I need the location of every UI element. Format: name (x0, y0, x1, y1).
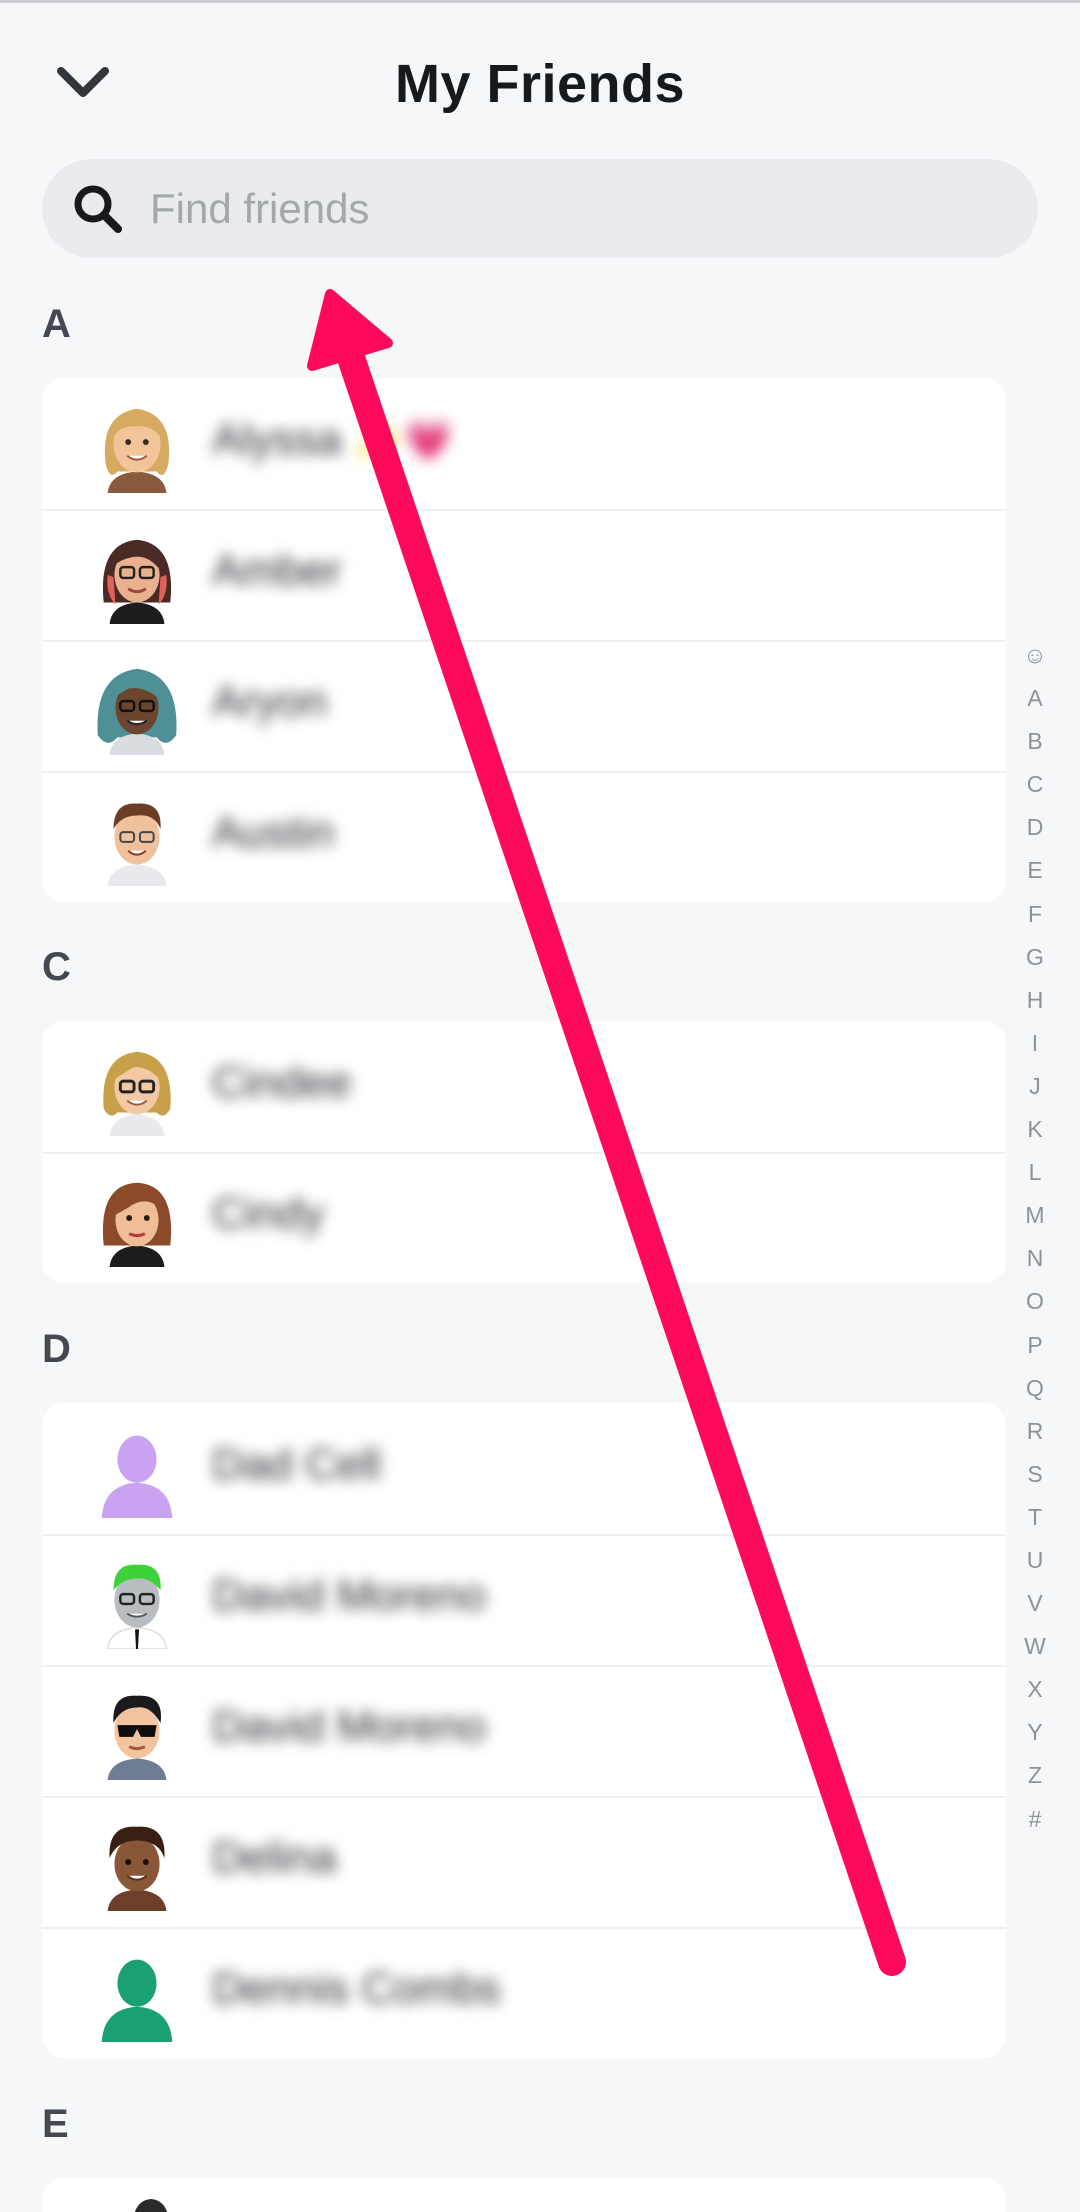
search-icon (74, 185, 122, 233)
avatar (101, 1435, 173, 1518)
index-letter[interactable]: Z (1010, 1754, 1060, 1797)
index-letter[interactable]: P (1010, 1324, 1060, 1367)
index-letter[interactable]: W (1010, 1625, 1060, 1668)
friend-row[interactable]: Dennis Combs (42, 1927, 1006, 2058)
search-bar[interactable] (42, 159, 1038, 258)
friend-name: David Moreno (212, 1702, 486, 1751)
index-letter[interactable]: C (1010, 763, 1060, 806)
section-header-d: D (42, 1327, 71, 1371)
index-smiley-icon[interactable]: ☺ (1010, 634, 1060, 677)
friend-name: Dad Cell (212, 1440, 381, 1489)
avatar (102, 1182, 172, 1267)
avatar (134, 2199, 168, 2212)
index-letter[interactable]: B (1010, 720, 1060, 763)
section-header-c: C (42, 945, 71, 989)
index-letter[interactable]: # (1010, 1798, 1060, 1841)
friend-name: David Moreno (212, 1571, 486, 1620)
friend-row[interactable]: Delina (42, 1796, 1006, 1927)
index-letter[interactable]: M (1010, 1194, 1060, 1237)
index-letter[interactable]: G (1010, 936, 1060, 979)
index-letter[interactable]: D (1010, 806, 1060, 849)
index-letter[interactable]: R (1010, 1410, 1060, 1453)
avatar (107, 1826, 167, 1911)
avatar (107, 1695, 167, 1780)
index-letter[interactable]: T (1010, 1496, 1060, 1539)
index-letter[interactable]: E (1010, 849, 1060, 892)
avatar (103, 1051, 171, 1136)
friend-row[interactable]: Dad Cell (42, 1403, 1006, 1534)
index-letter[interactable]: Y (1010, 1711, 1060, 1754)
friend-row[interactable]: Austin (42, 771, 1006, 902)
friend-row[interactable]: Aryon (42, 640, 1006, 771)
avatar (97, 668, 177, 755)
avatar (101, 1959, 173, 2042)
index-letter[interactable]: L (1010, 1151, 1060, 1194)
section-header-e: E (42, 2102, 69, 2146)
friend-emoji: ✨💗 (353, 419, 454, 463)
avatar (107, 1564, 167, 1649)
friend-row[interactable]: David Moreno (42, 1534, 1006, 1665)
friend-name: Cindy (212, 1189, 325, 1238)
friend-row[interactable]: Alyssa ✨💗 (42, 378, 1006, 509)
friend-row[interactable]: Amber (42, 509, 1006, 640)
section-header-a: A (42, 302, 71, 346)
friends-card-e (42, 2178, 1006, 2212)
friends-screen: My Friends A Alyssa ✨💗 (0, 0, 1080, 2212)
index-letter[interactable]: O (1010, 1280, 1060, 1323)
friend-row[interactable]: Cindee (42, 1021, 1006, 1152)
friend-name: Dennis Combs (212, 1964, 501, 2013)
index-letter[interactable]: S (1010, 1453, 1060, 1496)
friend-name: Alyssa ✨💗 (212, 415, 454, 464)
index-letter[interactable]: H (1010, 979, 1060, 1022)
index-letter[interactable]: J (1010, 1065, 1060, 1108)
friend-row[interactable]: Cindy (42, 1152, 1006, 1283)
index-letter[interactable]: F (1010, 893, 1060, 936)
index-letter[interactable]: V (1010, 1582, 1060, 1625)
friend-name: Austin (212, 808, 335, 857)
avatar (107, 803, 167, 886)
search-input[interactable] (150, 171, 1000, 246)
index-letter[interactable]: Q (1010, 1367, 1060, 1410)
alphabet-index[interactable]: ☺ A B C D E F G H I J K L M N O P Q R S … (1010, 634, 1060, 1841)
index-letter[interactable]: N (1010, 1237, 1060, 1280)
friend-name: Amber (212, 546, 342, 595)
header: My Friends (0, 3, 1080, 153)
index-letter[interactable]: K (1010, 1108, 1060, 1151)
friend-name: Cindee (212, 1058, 352, 1107)
friends-card-d: Dad Cell David Moreno David Moreno Delin… (42, 1403, 1006, 2058)
friend-row[interactable]: David Moreno (42, 1665, 1006, 1796)
page-title: My Friends (394, 54, 686, 114)
friend-name: Aryon (212, 677, 327, 726)
index-letter[interactable]: X (1010, 1668, 1060, 1711)
index-letter[interactable]: U (1010, 1539, 1060, 1582)
friends-card-c: Cindee Cindy (42, 1021, 1006, 1283)
index-letter[interactable]: I (1010, 1022, 1060, 1065)
friend-name: Delina (212, 1833, 337, 1882)
avatar (102, 539, 172, 624)
friends-card-a: Alyssa ✨💗 Amber Aryon Austin (42, 378, 1006, 902)
index-letter[interactable]: A (1010, 677, 1060, 720)
avatar (104, 408, 170, 493)
